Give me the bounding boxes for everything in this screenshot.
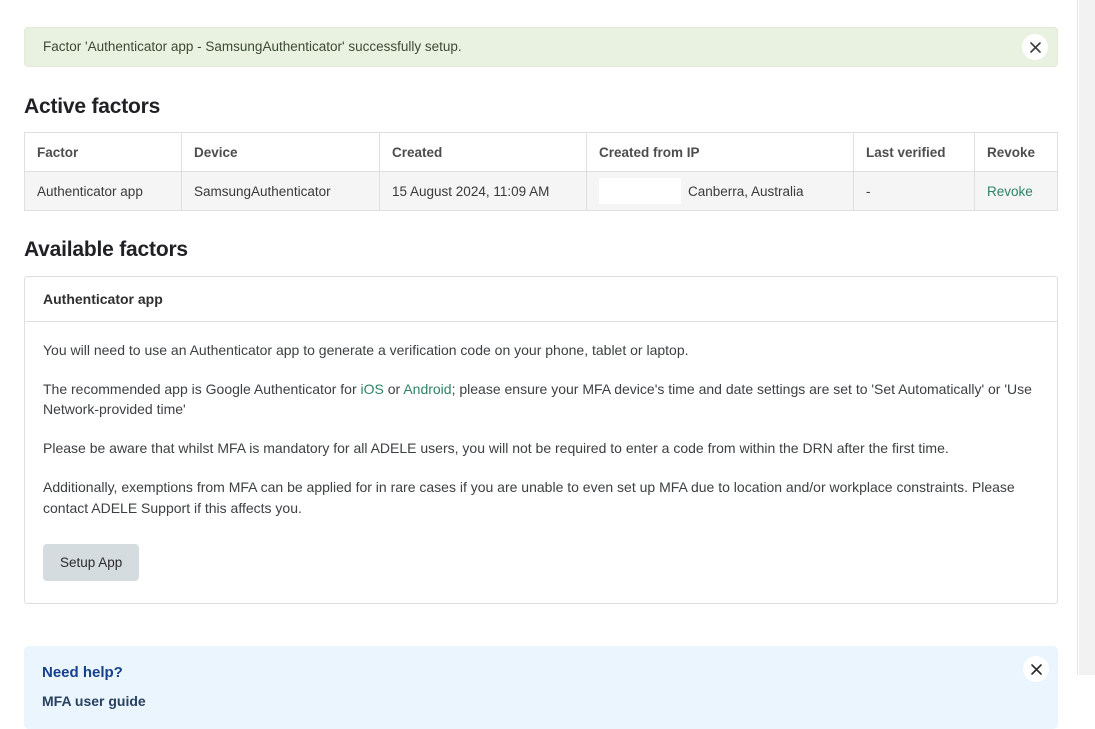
table-header: Factor Device Created Created from IP La… (25, 133, 1058, 172)
column-header-factor: Factor (25, 133, 182, 172)
column-header-device: Device (182, 133, 380, 172)
authenticator-app-card: Authenticator app You will need to use a… (24, 276, 1058, 604)
need-help-title: Need help? (42, 664, 1040, 682)
cell-device: SamsungAuthenticator (182, 172, 380, 211)
recommended-prefix: The recommended app is Google Authentica… (43, 381, 361, 397)
cell-factor: Authenticator app (25, 172, 182, 211)
table-body: Authenticator app SamsungAuthenticator 1… (25, 172, 1058, 211)
paragraph-mandatory: Please be aware that whilst MFA is manda… (43, 429, 1039, 468)
right-gutter (1079, 0, 1095, 675)
active-factors-heading: Active factors (24, 95, 1058, 119)
column-header-created-from-ip: Created from IP (587, 133, 854, 172)
need-help-panel: Need help? MFA user guide (24, 646, 1058, 729)
close-icon[interactable] (1022, 34, 1048, 60)
ip-location-label: Canberra, Australia (688, 184, 804, 199)
setup-app-button[interactable]: Setup App (43, 544, 139, 581)
android-link[interactable]: Android (403, 381, 451, 397)
success-alert-message: Factor 'Authenticator app - SamsungAuthe… (43, 40, 462, 54)
success-alert: Factor 'Authenticator app - SamsungAuthe… (24, 27, 1058, 67)
recommended-separator: or (384, 381, 403, 397)
close-icon-glyph (1030, 42, 1041, 53)
column-header-revoke: Revoke (975, 133, 1058, 172)
column-header-created: Created (380, 133, 587, 172)
page-root: Factor 'Authenticator app - SamsungAuthe… (0, 0, 1078, 675)
close-icon-glyph (1031, 664, 1042, 675)
column-header-last-verified: Last verified (854, 133, 975, 172)
cell-created-from-ip: Canberra, Australia (587, 172, 854, 211)
cell-created: 15 August 2024, 11:09 AM (380, 172, 587, 211)
ios-link[interactable]: iOS (361, 381, 384, 397)
close-icon[interactable] (1023, 656, 1049, 682)
table-header-row: Factor Device Created Created from IP La… (25, 133, 1058, 172)
ip-address-redaction (599, 178, 681, 204)
cell-revoke: Revoke (975, 172, 1058, 211)
table-row: Authenticator app SamsungAuthenticator 1… (25, 172, 1058, 211)
main-content: Factor 'Authenticator app - SamsungAuthe… (24, 0, 1058, 729)
card-title: Authenticator app (43, 291, 163, 307)
paragraph-exemptions: Additionally, exemptions from MFA can be… (43, 468, 1039, 527)
paragraph-intro: You will need to use an Authenticator ap… (43, 336, 1039, 370)
mfa-user-guide-link[interactable]: MFA user guide (42, 693, 146, 709)
revoke-link[interactable]: Revoke (987, 184, 1033, 199)
paragraph-recommended: The recommended app is Google Authentica… (43, 370, 1039, 429)
active-factors-table: Factor Device Created Created from IP La… (24, 132, 1058, 211)
card-body: You will need to use an Authenticator ap… (25, 322, 1057, 603)
card-header: Authenticator app (25, 277, 1057, 322)
cell-last-verified: - (854, 172, 975, 211)
available-factors-heading: Available factors (24, 238, 1058, 262)
